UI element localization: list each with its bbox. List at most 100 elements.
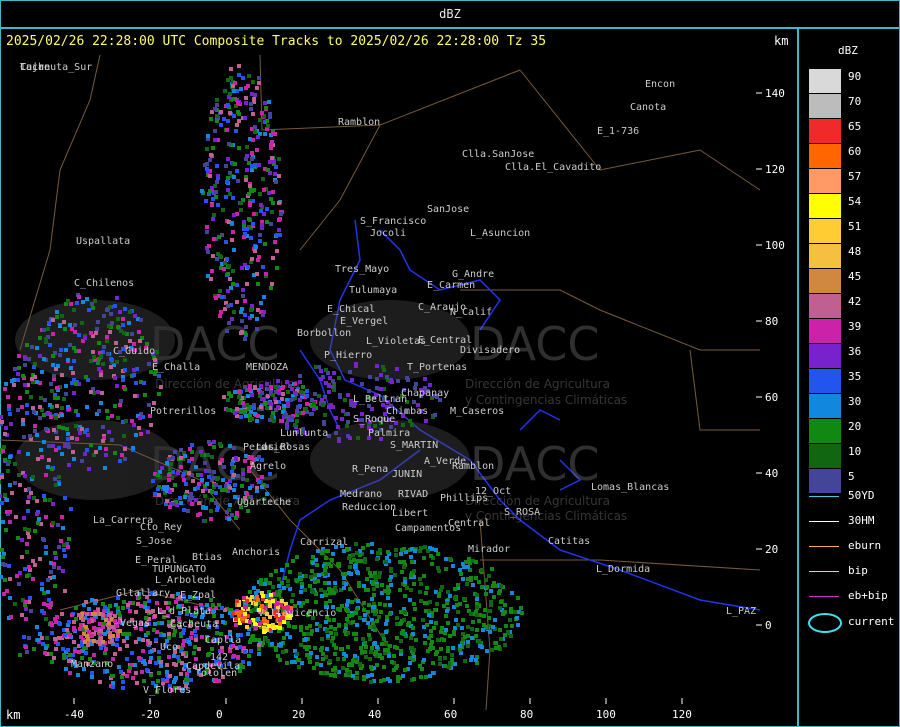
echo-pixel bbox=[104, 453, 108, 457]
echo-pixel bbox=[91, 350, 95, 354]
echo-pixel bbox=[434, 621, 438, 625]
place-label: Encon bbox=[645, 79, 675, 90]
echo-pixel bbox=[481, 628, 485, 632]
legend-swatch-label: 30 bbox=[848, 395, 862, 408]
echo-pixel bbox=[257, 163, 261, 167]
echo-pixel bbox=[237, 112, 241, 116]
echo-pixel bbox=[368, 637, 372, 641]
echo-pixel bbox=[226, 188, 230, 192]
echo-pixel bbox=[226, 157, 230, 161]
echo-pixel bbox=[9, 422, 13, 426]
echo-pixel bbox=[213, 138, 217, 142]
echo-pixel bbox=[453, 662, 457, 666]
echo-pixel bbox=[293, 423, 297, 427]
echo-pixel bbox=[61, 526, 65, 530]
echo-pixel bbox=[15, 574, 19, 578]
echo-pixel bbox=[21, 374, 25, 378]
echo-pixel bbox=[320, 398, 324, 402]
echo-pixel bbox=[13, 602, 17, 606]
echo-pixel bbox=[319, 663, 323, 667]
echo-pixel bbox=[269, 222, 273, 226]
echo-pixel bbox=[90, 634, 94, 638]
echo-pixel bbox=[425, 623, 429, 627]
echo-pixel bbox=[370, 597, 374, 601]
echo-pixel bbox=[313, 573, 317, 577]
echo-pixel bbox=[356, 599, 360, 603]
echo-pixel bbox=[281, 650, 285, 654]
echo-pixel bbox=[475, 597, 479, 601]
echo-pixel bbox=[259, 582, 263, 586]
echo-pixel bbox=[319, 377, 323, 381]
echo-pixel bbox=[209, 517, 213, 521]
echo-pixel bbox=[350, 378, 354, 382]
echo-pixel bbox=[315, 628, 319, 632]
legend-swatch bbox=[809, 69, 841, 93]
echo-pixel bbox=[38, 354, 42, 358]
place-label: TUPUNGATO bbox=[152, 564, 206, 575]
echo-pixel bbox=[118, 629, 122, 633]
echo-pixel bbox=[92, 639, 96, 643]
echo-pixel bbox=[248, 486, 252, 490]
echo-pixel bbox=[110, 438, 114, 442]
echo-pixel bbox=[409, 573, 413, 577]
echo-pixel bbox=[254, 602, 258, 606]
echo-pixel bbox=[298, 398, 302, 402]
echo-pixel bbox=[132, 373, 136, 377]
echo-pixel bbox=[213, 129, 217, 133]
echo-pixel bbox=[96, 320, 100, 324]
echo-pixel bbox=[24, 607, 28, 611]
echo-pixel bbox=[295, 652, 299, 656]
echo-pixel bbox=[212, 213, 216, 217]
echo-pixel bbox=[323, 581, 327, 585]
echo-pixel bbox=[515, 616, 519, 620]
echo-pixel bbox=[350, 663, 354, 667]
echo-pixel bbox=[301, 411, 305, 415]
radar-map[interactable]: DACC DACC DACC DACC Dirección de Agricul… bbox=[0, 50, 796, 725]
echo-pixel bbox=[25, 542, 29, 546]
echo-pixel bbox=[343, 629, 347, 633]
echo-pixel bbox=[301, 385, 305, 389]
echo-pixel bbox=[290, 416, 294, 420]
echo-pixel bbox=[371, 621, 375, 625]
echo-pixel bbox=[291, 593, 295, 597]
place-label: Manzano bbox=[71, 659, 113, 670]
echo-pixel bbox=[350, 613, 354, 617]
echo-pixel bbox=[324, 620, 328, 624]
echo-pixel bbox=[231, 84, 235, 88]
echo-pixel bbox=[354, 362, 358, 366]
echo-pixel bbox=[402, 565, 406, 569]
echo-pixel bbox=[265, 492, 269, 496]
echo-pixel bbox=[52, 562, 56, 566]
echo-pixel bbox=[308, 584, 312, 588]
echo-pixel bbox=[44, 545, 48, 549]
echo-pixel bbox=[430, 547, 434, 551]
echo-pixel bbox=[18, 396, 22, 400]
echo-pixel bbox=[227, 517, 231, 521]
place-label: Btias bbox=[192, 552, 222, 563]
place-label: Lomas_Blancas bbox=[591, 482, 669, 493]
legend-swatch bbox=[809, 294, 841, 318]
echo-pixel bbox=[387, 654, 391, 658]
echo-pixel bbox=[190, 457, 194, 461]
echo-pixel bbox=[276, 654, 280, 658]
echo-pixel bbox=[54, 367, 58, 371]
echo-pixel bbox=[231, 611, 235, 615]
echo-pixel bbox=[90, 671, 94, 675]
echo-pixel bbox=[90, 302, 94, 306]
echo-pixel bbox=[378, 548, 382, 552]
echo-pixel bbox=[305, 389, 309, 393]
echo-pixel bbox=[98, 680, 102, 684]
echo-pixel bbox=[234, 457, 238, 461]
echo-pixel bbox=[286, 390, 290, 394]
echo-pixel bbox=[410, 423, 414, 427]
echo-pixel bbox=[72, 640, 76, 644]
echo-pixel bbox=[484, 578, 488, 582]
echo-pixel bbox=[444, 614, 448, 618]
echo-pixel bbox=[30, 345, 34, 349]
echo-pixel bbox=[244, 86, 248, 90]
echo-pixel bbox=[173, 483, 177, 487]
echo-pixel bbox=[182, 472, 186, 476]
current-label: current bbox=[848, 615, 895, 628]
echo-pixel bbox=[17, 354, 21, 358]
echo-pixel bbox=[345, 668, 349, 672]
